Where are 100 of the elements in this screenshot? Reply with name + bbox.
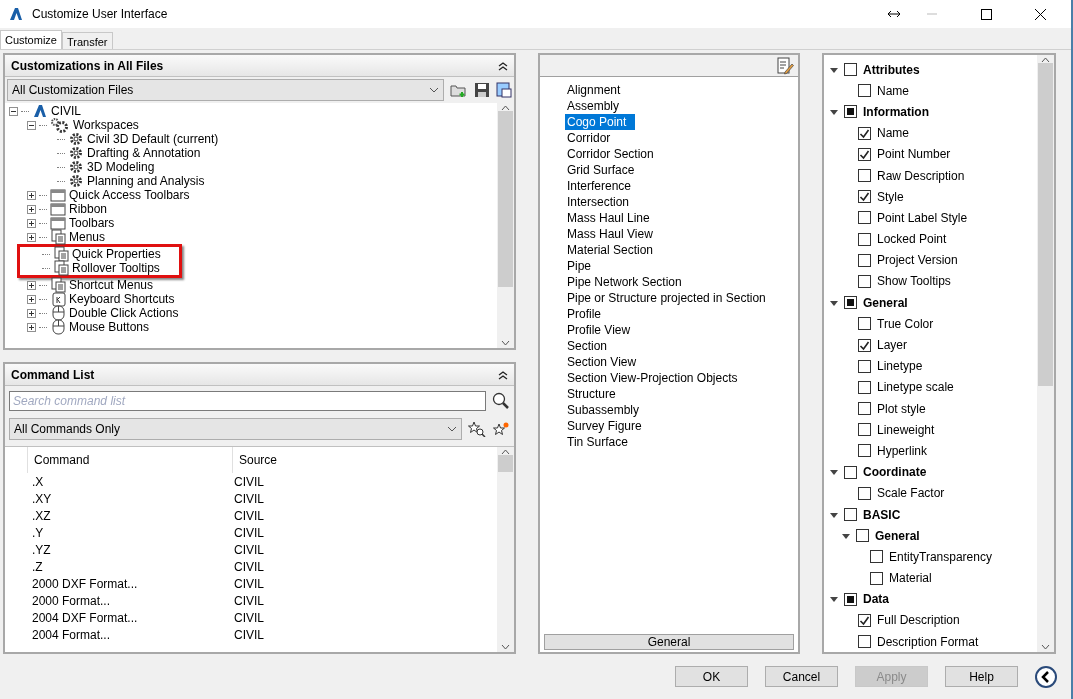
checkbox[interactable] bbox=[858, 359, 871, 373]
list-item[interactable]: Subassembly bbox=[565, 402, 642, 418]
scrollbar[interactable] bbox=[497, 447, 514, 652]
checkbox[interactable] bbox=[870, 571, 883, 585]
list-item[interactable]: Profile bbox=[565, 306, 603, 322]
checkbox[interactable] bbox=[858, 486, 871, 500]
save-icon[interactable] bbox=[474, 82, 490, 98]
list-item[interactable]: Profile View bbox=[565, 322, 633, 338]
tree-item[interactable]: Workspaces bbox=[73, 118, 139, 132]
checkbox[interactable] bbox=[858, 232, 871, 246]
expander-icon[interactable] bbox=[9, 106, 18, 116]
star-search-icon[interactable] bbox=[468, 421, 486, 437]
list-item[interactable]: Corridor Section bbox=[565, 146, 656, 162]
checkbox[interactable] bbox=[858, 635, 871, 649]
dialog-button[interactable]: Cancel bbox=[765, 666, 838, 687]
list-item[interactable]: Tin Surface bbox=[565, 434, 630, 450]
open-folder-icon[interactable] bbox=[450, 82, 468, 98]
checkbox[interactable] bbox=[858, 402, 871, 416]
tree-item[interactable]: Menus bbox=[69, 230, 106, 244]
list-item[interactable]: Mass Haul Line bbox=[565, 210, 652, 226]
expanded-arrow-icon[interactable] bbox=[830, 65, 838, 74]
expanded-arrow-icon[interactable] bbox=[830, 510, 838, 519]
tree-item[interactable]: Toolbars bbox=[69, 216, 115, 230]
tab[interactable]: Transfer bbox=[61, 32, 113, 49]
checkbox[interactable] bbox=[856, 529, 869, 543]
list-item[interactable]: Assembly bbox=[565, 98, 621, 114]
tree-item[interactable]: Double Click Actions bbox=[69, 306, 179, 320]
tree-item[interactable]: 3D Modeling bbox=[87, 160, 155, 174]
checkbox[interactable] bbox=[844, 465, 857, 479]
list-item[interactable]: Section bbox=[565, 338, 610, 354]
expander-icon[interactable] bbox=[27, 218, 36, 228]
expander-icon[interactable] bbox=[27, 120, 36, 130]
expander-icon[interactable] bbox=[27, 294, 36, 304]
tree-item[interactable]: Quick Properties bbox=[72, 247, 161, 261]
checkbox[interactable] bbox=[844, 296, 857, 310]
expanded-arrow-icon[interactable] bbox=[830, 595, 838, 604]
scrollbar-thumb[interactable] bbox=[1038, 63, 1053, 386]
list-item[interactable]: Pipe or Structure projected in Section bbox=[565, 290, 768, 306]
list-item[interactable]: Survey Figure bbox=[565, 418, 644, 434]
dialog-button[interactable]: OK bbox=[675, 666, 748, 687]
checkbox[interactable] bbox=[858, 444, 871, 458]
expander-icon[interactable] bbox=[27, 308, 36, 318]
checkbox[interactable] bbox=[858, 190, 871, 204]
checkbox[interactable] bbox=[858, 169, 871, 183]
list-item[interactable]: Mass Haul View bbox=[565, 226, 655, 242]
tree-item[interactable]: Quick Access Toolbars bbox=[69, 188, 190, 202]
checkbox[interactable] bbox=[844, 592, 857, 606]
checkbox[interactable] bbox=[858, 380, 871, 394]
scrollbar[interactable] bbox=[497, 103, 514, 348]
checkbox[interactable] bbox=[858, 84, 871, 98]
expanded-arrow-icon[interactable] bbox=[842, 531, 850, 540]
tree-item[interactable]: Keyboard Shortcuts bbox=[69, 292, 175, 306]
column-header[interactable]: Source bbox=[232, 447, 307, 473]
tree-item[interactable]: Planning and Analysis bbox=[87, 174, 205, 188]
dropdown-caret-icon[interactable] bbox=[429, 86, 439, 94]
edit-list-icon[interactable] bbox=[776, 56, 794, 75]
checkbox[interactable] bbox=[858, 126, 871, 140]
checkbox[interactable] bbox=[858, 147, 871, 161]
expander-icon[interactable] bbox=[27, 190, 36, 200]
list-item[interactable]: Section View bbox=[565, 354, 639, 370]
checkbox[interactable] bbox=[858, 253, 871, 267]
checkbox[interactable] bbox=[844, 508, 857, 522]
general-button[interactable]: General bbox=[544, 634, 794, 650]
search-icon[interactable] bbox=[492, 392, 510, 410]
list-item[interactable]: Corridor bbox=[565, 130, 613, 146]
scrollbar[interactable] bbox=[1037, 55, 1054, 652]
list-item[interactable]: Interference bbox=[565, 178, 634, 194]
checkbox[interactable] bbox=[858, 338, 871, 352]
expanded-arrow-icon[interactable] bbox=[830, 107, 838, 116]
dialog-button[interactable]: Help bbox=[945, 666, 1018, 687]
checkbox[interactable] bbox=[844, 63, 857, 77]
maximize-icon[interactable] bbox=[980, 8, 992, 20]
checkbox[interactable] bbox=[844, 105, 857, 119]
search-field[interactable]: Search command list bbox=[9, 391, 486, 411]
list-item[interactable]: Section View-Projection Objects bbox=[565, 370, 740, 386]
expander-icon[interactable] bbox=[27, 280, 36, 290]
save-as-icon[interactable] bbox=[496, 82, 512, 98]
close-icon[interactable] bbox=[1034, 8, 1046, 20]
tree-item[interactable]: Civil 3D Default (current) bbox=[87, 132, 219, 146]
list-item[interactable]: Grid Surface bbox=[565, 162, 637, 178]
expanded-arrow-icon[interactable] bbox=[830, 468, 838, 477]
collapse-panel-icon[interactable] bbox=[1035, 665, 1057, 688]
list-item[interactable]: Material Section bbox=[565, 242, 656, 258]
expander-icon[interactable] bbox=[27, 322, 36, 332]
checkbox[interactable] bbox=[858, 317, 871, 331]
tree-item[interactable]: CIVIL bbox=[51, 104, 81, 118]
expanded-arrow-icon[interactable] bbox=[830, 298, 838, 307]
collapse-icon[interactable] bbox=[498, 369, 508, 380]
checkbox[interactable] bbox=[858, 211, 871, 225]
list-item[interactable]: Intersection bbox=[565, 194, 632, 210]
scrollbar-thumb[interactable] bbox=[498, 455, 513, 473]
tree-item[interactable]: Mouse Buttons bbox=[69, 320, 150, 334]
tree-item[interactable]: Drafting & Annotation bbox=[87, 146, 201, 160]
expander-icon[interactable] bbox=[27, 232, 36, 242]
checkbox[interactable] bbox=[858, 613, 871, 627]
list-item[interactable]: Pipe bbox=[565, 258, 594, 274]
list-item[interactable]: Alignment bbox=[565, 82, 623, 98]
column-header[interactable]: Command bbox=[27, 447, 232, 473]
file-select[interactable]: All Customization Files bbox=[7, 79, 444, 101]
tree-item[interactable]: Ribbon bbox=[69, 202, 108, 216]
